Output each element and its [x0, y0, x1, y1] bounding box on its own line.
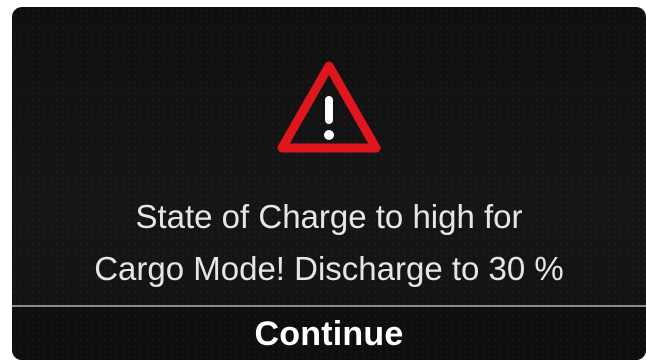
alert-message-line-1: State of Charge to high for: [135, 198, 523, 235]
warning-triangle-icon: [277, 61, 381, 153]
continue-button-label: Continue: [254, 315, 404, 353]
alert-dialog: State of Charge to high for Cargo Mode! …: [12, 7, 646, 305]
continue-button[interactable]: Continue: [12, 307, 646, 360]
alert-message: State of Charge to high for Cargo Mode! …: [12, 191, 646, 295]
alert-message-line-2: Cargo Mode! Discharge to 30 %: [94, 250, 564, 287]
display-screen: State of Charge to high for Cargo Mode! …: [12, 7, 646, 360]
